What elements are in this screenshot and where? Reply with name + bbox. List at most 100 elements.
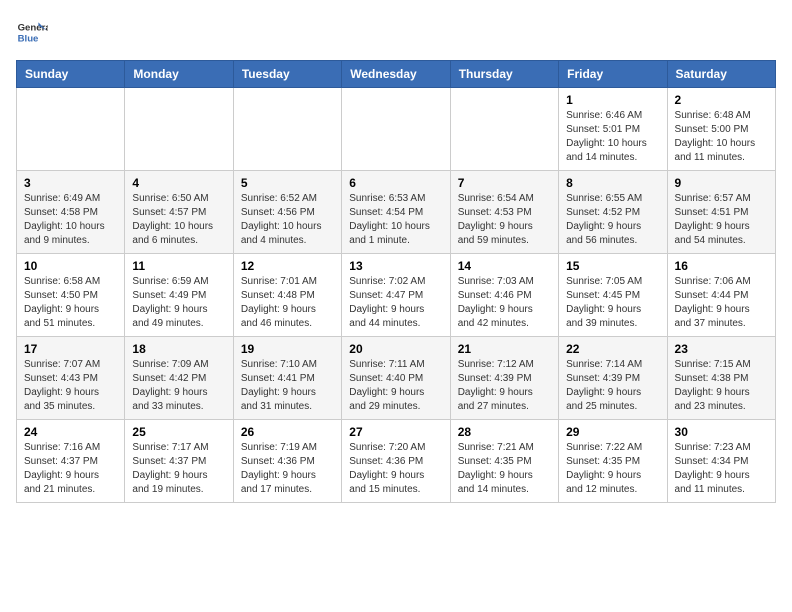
calendar-cell: 13 Sunrise: 7:02 AM Sunset: 4:47 PM Dayli… bbox=[342, 254, 450, 337]
day-info: Sunrise: 6:57 AM Sunset: 4:51 PM Dayligh… bbox=[675, 192, 768, 248]
calendar-cell: 21Sunrise: 7:12 AM Sunset: 4:39 PM Dayli… bbox=[450, 337, 558, 420]
calendar-cell bbox=[125, 88, 233, 171]
day-info: Sunrise: 7:15 AM Sunset: 4:38 PM Dayligh… bbox=[675, 358, 768, 414]
header: General Blue bbox=[16, 16, 776, 48]
day-number: 21 bbox=[458, 342, 551, 356]
day-number: 19 bbox=[241, 342, 334, 356]
calendar-cell: 3Sunrise: 6:49 AM Sunset: 4:58 PM Daylig… bbox=[17, 171, 125, 254]
calendar-cell: 4 Sunrise: 6:50 AM Sunset: 4:57 PM Daylig… bbox=[125, 171, 233, 254]
day-number: 8 bbox=[566, 176, 659, 190]
calendar-cell: 30 Sunrise: 7:23 AM Sunset: 4:34 PM Dayli… bbox=[667, 420, 775, 503]
day-number: 18 bbox=[132, 342, 225, 356]
day-of-week-header: Saturday bbox=[667, 61, 775, 88]
day-number: 17 bbox=[24, 342, 117, 356]
day-number: 10 bbox=[24, 259, 117, 273]
day-number: 30 bbox=[675, 425, 768, 439]
calendar-cell: 5 Sunrise: 6:52 AM Sunset: 4:56 PM Daylig… bbox=[233, 171, 341, 254]
day-info: Sunrise: 6:58 AM Sunset: 4:50 PM Dayligh… bbox=[24, 275, 117, 331]
calendar-cell: 6 Sunrise: 6:53 AM Sunset: 4:54 PM Daylig… bbox=[342, 171, 450, 254]
calendar-week-row: 3Sunrise: 6:49 AM Sunset: 4:58 PM Daylig… bbox=[17, 171, 776, 254]
day-number: 27 bbox=[349, 425, 442, 439]
calendar-cell: 12 Sunrise: 7:01 AM Sunset: 4:48 PM Dayli… bbox=[233, 254, 341, 337]
day-info: Sunrise: 6:46 AM Sunset: 5:01 PM Dayligh… bbox=[566, 109, 659, 165]
day-number: 22 bbox=[566, 342, 659, 356]
day-number: 23 bbox=[675, 342, 768, 356]
calendar-cell: 22 Sunrise: 7:14 AM Sunset: 4:39 PM Dayli… bbox=[559, 337, 667, 420]
calendar-cell: 23 Sunrise: 7:15 AM Sunset: 4:38 PM Dayli… bbox=[667, 337, 775, 420]
day-number: 11 bbox=[132, 259, 225, 273]
day-info: Sunrise: 7:20 AM Sunset: 4:36 PM Dayligh… bbox=[349, 441, 442, 497]
calendar-cell: 18 Sunrise: 7:09 AM Sunset: 4:42 PM Dayli… bbox=[125, 337, 233, 420]
calendar-cell bbox=[233, 88, 341, 171]
day-number: 15 bbox=[566, 259, 659, 273]
day-info: Sunrise: 6:50 AM Sunset: 4:57 PM Dayligh… bbox=[132, 192, 225, 248]
day-info: Sunrise: 7:05 AM Sunset: 4:45 PM Dayligh… bbox=[566, 275, 659, 331]
calendar-cell: 8 Sunrise: 6:55 AM Sunset: 4:52 PM Daylig… bbox=[559, 171, 667, 254]
day-info: Sunrise: 7:09 AM Sunset: 4:42 PM Dayligh… bbox=[132, 358, 225, 414]
day-info: Sunrise: 6:59 AM Sunset: 4:49 PM Dayligh… bbox=[132, 275, 225, 331]
day-number: 9 bbox=[675, 176, 768, 190]
day-of-week-header: Wednesday bbox=[342, 61, 450, 88]
day-number: 26 bbox=[241, 425, 334, 439]
day-info: Sunrise: 7:19 AM Sunset: 4:36 PM Dayligh… bbox=[241, 441, 334, 497]
calendar-cell bbox=[450, 88, 558, 171]
calendar-week-row: 17Sunrise: 7:07 AM Sunset: 4:43 PM Dayli… bbox=[17, 337, 776, 420]
day-of-week-header: Monday bbox=[125, 61, 233, 88]
day-number: 5 bbox=[241, 176, 334, 190]
day-number: 1 bbox=[566, 93, 659, 107]
svg-text:Blue: Blue bbox=[18, 34, 39, 45]
day-info: Sunrise: 7:14 AM Sunset: 4:39 PM Dayligh… bbox=[566, 358, 659, 414]
calendar-cell bbox=[17, 88, 125, 171]
calendar-week-row: 24 Sunrise: 7:16 AM Sunset: 4:37 PM Dayli… bbox=[17, 420, 776, 503]
day-number: 16 bbox=[675, 259, 768, 273]
day-info: Sunrise: 7:10 AM Sunset: 4:41 PM Dayligh… bbox=[241, 358, 334, 414]
calendar-cell: 20 Sunrise: 7:11 AM Sunset: 4:40 PM Dayli… bbox=[342, 337, 450, 420]
day-info: Sunrise: 7:16 AM Sunset: 4:37 PM Dayligh… bbox=[24, 441, 117, 497]
logo: General Blue bbox=[16, 16, 48, 48]
calendar-cell: 27 Sunrise: 7:20 AM Sunset: 4:36 PM Dayli… bbox=[342, 420, 450, 503]
calendar-week-row: 1 Sunrise: 6:46 AM Sunset: 5:01 PM Daylig… bbox=[17, 88, 776, 171]
day-number: 24 bbox=[24, 425, 117, 439]
day-of-week-header: Friday bbox=[559, 61, 667, 88]
day-of-week-header: Tuesday bbox=[233, 61, 341, 88]
calendar-cell: 14 Sunrise: 7:03 AM Sunset: 4:46 PM Dayli… bbox=[450, 254, 558, 337]
day-number: 12 bbox=[241, 259, 334, 273]
calendar-cell: 28Sunrise: 7:21 AM Sunset: 4:35 PM Dayli… bbox=[450, 420, 558, 503]
day-number: 3 bbox=[24, 176, 117, 190]
calendar-table: SundayMondayTuesdayWednesdayThursdayFrid… bbox=[16, 60, 776, 503]
day-number: 7 bbox=[458, 176, 551, 190]
calendar-cell: 16 Sunrise: 7:06 AM Sunset: 4:44 PM Dayli… bbox=[667, 254, 775, 337]
day-number: 13 bbox=[349, 259, 442, 273]
day-of-week-header: Thursday bbox=[450, 61, 558, 88]
day-info: Sunrise: 7:17 AM Sunset: 4:37 PM Dayligh… bbox=[132, 441, 225, 497]
calendar-cell: 1 Sunrise: 6:46 AM Sunset: 5:01 PM Daylig… bbox=[559, 88, 667, 171]
day-number: 6 bbox=[349, 176, 442, 190]
day-number: 20 bbox=[349, 342, 442, 356]
day-info: Sunrise: 6:53 AM Sunset: 4:54 PM Dayligh… bbox=[349, 192, 442, 248]
day-of-week-header: Sunday bbox=[17, 61, 125, 88]
day-info: Sunrise: 6:55 AM Sunset: 4:52 PM Dayligh… bbox=[566, 192, 659, 248]
day-number: 14 bbox=[458, 259, 551, 273]
day-info: Sunrise: 6:52 AM Sunset: 4:56 PM Dayligh… bbox=[241, 192, 334, 248]
days-header-row: SundayMondayTuesdayWednesdayThursdayFrid… bbox=[17, 61, 776, 88]
day-info: Sunrise: 7:11 AM Sunset: 4:40 PM Dayligh… bbox=[349, 358, 442, 414]
day-info: Sunrise: 7:01 AM Sunset: 4:48 PM Dayligh… bbox=[241, 275, 334, 331]
calendar-week-row: 10 Sunrise: 6:58 AM Sunset: 4:50 PM Dayli… bbox=[17, 254, 776, 337]
day-number: 29 bbox=[566, 425, 659, 439]
logo-icon: General Blue bbox=[16, 16, 48, 48]
day-number: 28 bbox=[458, 425, 551, 439]
calendar-cell: 19 Sunrise: 7:10 AM Sunset: 4:41 PM Dayli… bbox=[233, 337, 341, 420]
day-info: Sunrise: 7:22 AM Sunset: 4:35 PM Dayligh… bbox=[566, 441, 659, 497]
day-number: 4 bbox=[132, 176, 225, 190]
day-info: Sunrise: 6:48 AM Sunset: 5:00 PM Dayligh… bbox=[675, 109, 768, 165]
day-info: Sunrise: 7:06 AM Sunset: 4:44 PM Dayligh… bbox=[675, 275, 768, 331]
day-info: Sunrise: 7:23 AM Sunset: 4:34 PM Dayligh… bbox=[675, 441, 768, 497]
calendar-cell: 25Sunrise: 7:17 AM Sunset: 4:37 PM Dayli… bbox=[125, 420, 233, 503]
calendar-cell bbox=[342, 88, 450, 171]
day-info: Sunrise: 7:02 AM Sunset: 4:47 PM Dayligh… bbox=[349, 275, 442, 331]
calendar-cell: 7Sunrise: 6:54 AM Sunset: 4:53 PM Daylig… bbox=[450, 171, 558, 254]
calendar-cell: 26 Sunrise: 7:19 AM Sunset: 4:36 PM Dayli… bbox=[233, 420, 341, 503]
day-info: Sunrise: 7:03 AM Sunset: 4:46 PM Dayligh… bbox=[458, 275, 551, 331]
calendar-cell: 29 Sunrise: 7:22 AM Sunset: 4:35 PM Dayli… bbox=[559, 420, 667, 503]
day-number: 2 bbox=[675, 93, 768, 107]
